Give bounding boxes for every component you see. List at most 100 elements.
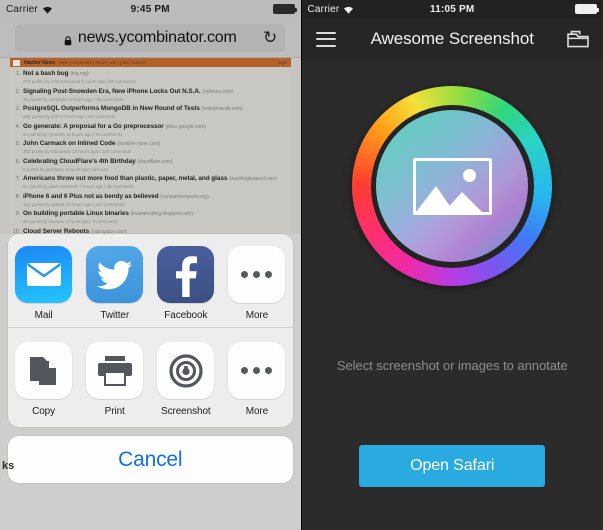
- hn-story-domain: (cloudflare.com): [137, 158, 173, 165]
- hn-story-subtext[interactable]: 273 points by informationwar 5 hours ago…: [23, 78, 289, 85]
- left-phone-safari-screen: Carrier 9:45 PM news.ycombinator.com ↻ H…: [0, 0, 301, 530]
- open-safari-button-label: Open Safari: [410, 457, 495, 474]
- hn-story-list: 1. Not a bash bug (trip.org) 273 points by…: [10, 67, 291, 243]
- instruction-text: Select screenshot or images to annotate: [336, 358, 568, 373]
- hn-story-rank: 9.: [15, 211, 20, 217]
- open-safari-button[interactable]: Open Safari: [359, 445, 546, 487]
- hn-story-row[interactable]: 4. Go generate: A proposal for a Go prepr…: [12, 123, 289, 138]
- hn-brand-label: Hacker News: [24, 59, 56, 66]
- hn-story-body: John Carmack on Inlined Code (number-non…: [23, 140, 289, 155]
- share-sheet-card: Mail Twitter Facebook More Copy Print Sc…: [8, 234, 293, 427]
- hn-story-rank: 2.: [15, 88, 20, 95]
- hn-story-subtext[interactable]: 208 points by arith 5 hours ago | 93 com…: [23, 113, 289, 120]
- share-item-mail[interactable]: Mail: [8, 246, 79, 321]
- hn-story-body: PostgreSQL Outperforms MongoDB in New Ro…: [23, 105, 289, 120]
- share-action-label: More: [245, 406, 269, 417]
- hn-story-subtext[interactable]: 141 points by eplanit 12 hours ago | 123…: [23, 201, 289, 208]
- url-text: news.ycombinator.com: [77, 28, 237, 46]
- hn-story-subtext[interactable]: 36 points by sauravc 3 hours ago | 5 com…: [23, 218, 289, 225]
- screenshot-target-icon: [157, 342, 215, 399]
- facebook-icon: [157, 246, 215, 303]
- mail-icon: [15, 246, 73, 303]
- hn-story-subtext[interactable]: 44 points by rjmmmh 11 hours ago | 24 co…: [23, 131, 289, 138]
- share-action-more[interactable]: More: [221, 342, 292, 417]
- hn-story-row[interactable]: 9. On building portable Linux binaries (i…: [12, 210, 289, 225]
- hn-story-subtext[interactable]: 8 points by jgrahamc 3 hours ago | discu…: [23, 166, 289, 173]
- share-item-more-apps[interactable]: More: [221, 246, 292, 321]
- wheel-ring-gap: [370, 104, 534, 268]
- hn-story-body: iPhone 6 and 6 Plus not as bendy as beli…: [23, 193, 289, 208]
- picture-mountain-shape: [415, 185, 482, 212]
- lock-icon: [64, 33, 72, 45]
- battery-full-icon: [272, 4, 297, 14]
- hn-story-row[interactable]: 2. Signaling Post-Snowden Era, New iPhone…: [12, 88, 289, 103]
- color-wheel-image-picker[interactable]: [302, 86, 603, 286]
- bookmarks-peek-text: ks: [2, 460, 15, 472]
- hn-story-title[interactable]: iPhone 6 and 6 Plus not as bendy as beli…: [23, 193, 289, 201]
- hn-content: Hacker News new | comments | show | ask …: [10, 58, 291, 249]
- hn-story-title[interactable]: Go generate: A proposal for a Go preproc…: [23, 123, 289, 131]
- hn-story-subtext[interactable]: 45 points by rosstaylor 3 hours ago | 38…: [23, 96, 289, 103]
- hn-story-title[interactable]: Not a bash bug (trip.org): [23, 70, 289, 78]
- hn-login-link[interactable]: login: [278, 60, 288, 65]
- share-item-label: More: [245, 310, 269, 321]
- hn-story-body: Americans throw out more food than plast…: [23, 175, 289, 190]
- hn-story-body: Not a bash bug (trip.org) 273 points by i…: [23, 70, 289, 85]
- twitter-icon: [86, 246, 144, 303]
- hn-nav-links[interactable]: new | comments | show | ask | jobs | sub…: [59, 60, 145, 65]
- safari-toolbar: news.ycombinator.com ↻: [0, 18, 301, 58]
- search-input[interactable]: news.ycombinator.com ↻: [15, 23, 286, 52]
- hn-story-title[interactable]: John Carmack on Inlined Code (number-non…: [23, 140, 289, 148]
- page-title: Awesome Screenshot: [370, 29, 534, 48]
- hn-story-title[interactable]: Signaling Post-Snowden Era, New iPhone L…: [23, 88, 289, 96]
- hn-story-title[interactable]: Americans throw out more food than plast…: [23, 175, 289, 183]
- share-action-label: Copy: [32, 406, 56, 417]
- hn-story-row[interactable]: 8. iPhone 6 and 6 Plus not as bendy as be…: [12, 193, 289, 208]
- hn-story-subtext[interactable]: 302 points by mbrubeck 13 hours ago | 12…: [23, 148, 289, 155]
- hn-story-body: Celebrating CloudFlare's 4th Birthday (c…: [23, 158, 289, 173]
- hn-story-rank: 8.: [15, 193, 20, 200]
- share-actions-row: Copy Print Screenshot More: [8, 327, 293, 427]
- hn-story-domain: (consumerreports.org): [160, 193, 209, 200]
- right-status-bar: Carrier 11:05 PM: [301, 0, 603, 18]
- cancel-button-label: Cancel: [118, 447, 183, 471]
- share-item-label: Twitter: [100, 310, 130, 321]
- print-icon: [86, 342, 144, 399]
- hn-story-rank: 5.: [15, 141, 20, 147]
- share-action-copy[interactable]: Copy: [8, 342, 79, 417]
- share-action-label: Print: [104, 406, 125, 417]
- share-item-twitter[interactable]: Twitter: [79, 246, 150, 321]
- hn-story-domain: (number-none.com): [117, 141, 161, 147]
- hn-story-row[interactable]: 6. Celebrating CloudFlare's 4th Birthday …: [12, 158, 289, 173]
- reload-icon[interactable]: ↻: [263, 28, 277, 48]
- hn-story-rank: 4.: [15, 123, 20, 130]
- hn-story-body: Signaling Post-Snowden Era, New iPhone L…: [23, 88, 289, 103]
- hn-story-subtext[interactable]: 47 points by adamnemecek 7 hours ago | 3…: [23, 183, 289, 190]
- album-folder-icon[interactable]: [567, 30, 589, 48]
- share-action-screenshot[interactable]: Screenshot: [150, 342, 221, 417]
- hn-logo-icon: [13, 59, 20, 66]
- status-bar-right: [575, 4, 599, 14]
- share-item-label: Mail: [34, 310, 53, 321]
- hn-story-title[interactable]: Celebrating CloudFlare's 4th Birthday (c…: [23, 158, 289, 166]
- dots-group: [241, 271, 273, 278]
- hn-story-row[interactable]: 1. Not a bash bug (trip.org) 273 points by…: [12, 70, 289, 85]
- share-apps-row: Mail Twitter Facebook More: [8, 234, 293, 327]
- hn-story-row[interactable]: 3. PostgreSQL Outperforms MongoDB in New …: [12, 105, 289, 120]
- share-sheet: Mail Twitter Facebook More Copy Print Sc…: [0, 234, 301, 530]
- hn-story-title[interactable]: PostgreSQL Outperforms MongoDB in New Ro…: [23, 105, 289, 113]
- status-bar-time: 9:45 PM: [130, 3, 170, 15]
- cancel-button[interactable]: Cancel: [8, 436, 293, 483]
- dots-group: [241, 367, 273, 374]
- share-item-facebook[interactable]: Facebook: [150, 246, 221, 321]
- more-dots-icon: [228, 246, 286, 303]
- hn-story-domain: (washingtonpost.com): [229, 176, 278, 182]
- hn-story-title[interactable]: On building portable Linux binaries (ins…: [23, 210, 289, 218]
- hamburger-menu-icon[interactable]: [315, 31, 336, 47]
- left-status-bar: Carrier 9:45 PM: [0, 0, 301, 18]
- hn-story-domain: (docs.google.com): [165, 123, 206, 130]
- hn-story-row[interactable]: 5. John Carmack on Inlined Code (number-n…: [12, 140, 289, 155]
- share-action-print[interactable]: Print: [79, 342, 150, 417]
- copy-icon: [15, 342, 73, 399]
- hn-story-row[interactable]: 7. Americans throw out more food than pla…: [12, 175, 289, 190]
